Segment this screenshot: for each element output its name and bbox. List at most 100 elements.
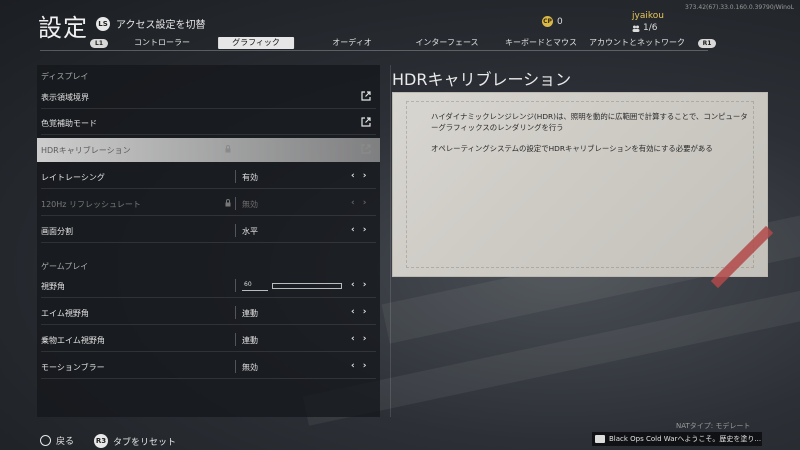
fov-value-input[interactable]: 60	[242, 279, 268, 291]
reset-tab-label: タブをリセット	[113, 437, 177, 448]
setting-value: 水平	[242, 227, 258, 236]
arrow-group: ‹ ›	[351, 280, 366, 290]
setting-value: 無効	[242, 363, 258, 372]
ls-button-icon: LS	[96, 16, 110, 31]
value-divider	[235, 333, 236, 346]
setting-row-vehicle-ads-fov[interactable]: 乗物エイム視野角 連動 ‹ ›	[37, 328, 380, 352]
setting-label: 表示領域境界	[41, 93, 89, 102]
setting-label: 色覚補助モード	[41, 119, 97, 128]
value-divider	[235, 306, 236, 319]
party-count-value: 1/6	[643, 23, 658, 33]
party-count: 1/6	[632, 23, 664, 33]
currency-value: 0	[557, 16, 563, 27]
r1-bumper-icon[interactable]: R1	[698, 39, 716, 48]
lock-icon	[225, 199, 231, 207]
tab-divider	[40, 50, 708, 51]
setting-row-120hz: 120Hz リフレッシュレート 無効 ‹ ›	[37, 192, 380, 216]
chat-notification[interactable]: Black Ops Cold Warへようこそ。歴史を塗り...	[592, 432, 762, 446]
setting-value: 有効	[242, 173, 258, 182]
row-separator	[41, 215, 376, 216]
currency-display: CP 0	[542, 16, 563, 27]
row-separator	[41, 297, 376, 298]
setting-row-motion-blur[interactable]: モーションブラー 無効 ‹ ›	[37, 355, 380, 379]
chevron-right-icon[interactable]: ›	[363, 225, 367, 235]
access-settings-toggle[interactable]: LS アクセス設定を切替	[96, 16, 206, 31]
chevron-right-icon[interactable]: ›	[363, 307, 367, 317]
external-link-icon	[361, 91, 371, 101]
nat-type: NATタイプ: モデレート	[676, 422, 751, 430]
row-separator	[41, 134, 376, 135]
value-divider	[235, 170, 236, 183]
setting-label: エイム視野角	[41, 309, 89, 318]
chevron-right-icon[interactable]: ›	[363, 280, 367, 290]
setting-label: 乗物エイム視野角	[41, 336, 105, 345]
setting-value: 連動	[242, 309, 258, 318]
row-separator	[41, 242, 376, 243]
value-divider	[235, 279, 236, 292]
setting-label: レイトレーシング	[41, 173, 105, 182]
setting-label: 120Hz リフレッシュレート	[41, 200, 141, 209]
r3-button-icon: R3	[94, 434, 108, 448]
notification-text: Black Ops Cold Warへようこそ。歴史を塗り...	[609, 435, 762, 443]
settings-panel: ディスプレイ 表示領域境界 色覚補助モード HDRキャリブレーション レイトレー…	[37, 65, 380, 417]
value-divider	[235, 197, 236, 210]
page-title: 設定	[38, 14, 88, 42]
chat-icon	[595, 435, 605, 443]
back-button[interactable]: 戻る	[40, 434, 74, 447]
row-separator	[41, 351, 376, 352]
chevron-left-icon[interactable]: ‹	[351, 361, 355, 371]
party-icon	[632, 25, 640, 32]
arrow-group: ‹ ›	[351, 334, 366, 344]
setting-row-split-screen[interactable]: 画面分割 水平 ‹ ›	[37, 219, 380, 243]
setting-label: モーションブラー	[41, 363, 105, 372]
arrow-group: ‹ ›	[351, 198, 366, 208]
l1-bumper-icon[interactable]: L1	[90, 39, 108, 48]
chevron-right-icon[interactable]: ›	[363, 334, 367, 344]
setting-row-fov[interactable]: 視野角 60 ‹ ›	[37, 274, 380, 298]
chevron-left-icon[interactable]: ‹	[351, 280, 355, 290]
setting-row-ray-tracing[interactable]: レイトレーシング 有効 ‹ ›	[37, 165, 380, 189]
external-link-icon	[361, 117, 371, 127]
chevron-left-icon[interactable]: ‹	[351, 334, 355, 344]
external-link-icon	[361, 144, 371, 154]
arrow-group: ‹ ›	[351, 171, 366, 181]
reset-tab-button[interactable]: R3 タブをリセット	[94, 434, 176, 448]
setting-row-hdr-calibration[interactable]: HDRキャリブレーション	[37, 138, 380, 162]
setting-label: 画面分割	[41, 227, 73, 236]
arrow-group: ‹ ›	[351, 361, 366, 371]
setting-label: 視野角	[41, 282, 65, 291]
tab-controller[interactable]: コントローラー	[134, 37, 190, 49]
username: jyaikou	[632, 11, 664, 21]
tab-account-network[interactable]: アカウントとネットワーク	[589, 37, 685, 49]
tab-keyboard-mouse[interactable]: キーボードとマウス	[505, 37, 577, 49]
chevron-right-icon: ›	[362, 198, 367, 208]
circle-button-icon	[40, 435, 51, 446]
arrow-group: ‹ ›	[351, 225, 366, 235]
tab-interface[interactable]: インターフェース	[415, 37, 478, 49]
chevron-left-icon[interactable]: ‹	[351, 171, 355, 181]
setting-row-ads-fov[interactable]: エイム視野角 連動 ‹ ›	[37, 301, 380, 325]
chevron-left-icon[interactable]: ‹	[351, 307, 355, 317]
tab-graphics[interactable]: グラフィック	[218, 37, 294, 49]
setting-value: 連動	[242, 336, 258, 345]
value-divider	[235, 224, 236, 237]
chevron-left-icon[interactable]: ‹	[351, 225, 355, 235]
build-info: 373.42(67).33.0.160.0.39790/WinoL	[685, 4, 794, 11]
description-card: ハイダイナミックレンジレンジ(HDR)は、照明を動的に広範囲で計算することで、コ…	[392, 92, 774, 289]
lock-icon	[225, 145, 231, 153]
access-settings-label: アクセス設定を切替	[116, 20, 206, 31]
chevron-right-icon[interactable]: ›	[363, 171, 367, 181]
fov-slider[interactable]	[272, 283, 342, 289]
setting-row-color-assist[interactable]: 色覚補助モード	[37, 111, 380, 135]
setting-row-safe-area[interactable]: 表示領域境界	[37, 85, 380, 109]
row-separator	[41, 188, 376, 189]
row-separator	[41, 324, 376, 325]
section-header-display: ディスプレイ	[41, 72, 89, 81]
chevron-right-icon[interactable]: ›	[363, 361, 367, 371]
chevron-left-icon: ‹	[351, 198, 355, 208]
section-header-gameplay: ゲームプレイ	[41, 262, 89, 271]
description-paragraph: オペレーティングシステムの設定でHDRキャリブレーションを有効にする必要がある	[431, 144, 713, 153]
tab-audio[interactable]: オーディオ	[332, 37, 371, 49]
value-divider	[235, 360, 236, 373]
user-info[interactable]: jyaikou 1/6	[632, 11, 664, 33]
